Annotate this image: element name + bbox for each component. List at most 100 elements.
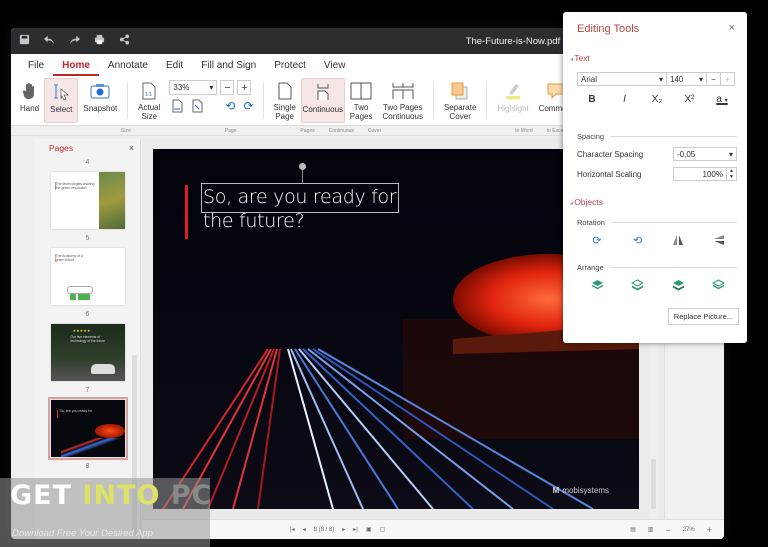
font-value: Arial: [581, 74, 598, 84]
slide-headline[interactable]: So, are you ready for the future?: [203, 185, 397, 233]
close-icon[interactable]: ×: [729, 22, 735, 34]
two-pages-button[interactable]: Two Pages: [345, 78, 378, 123]
rotate-left-icon[interactable]: ⟲: [225, 99, 235, 115]
flip-horizontal-icon[interactable]: [670, 233, 686, 247]
replace-picture-button[interactable]: Replace Picture...: [667, 308, 739, 325]
font-size-select[interactable]: 140 ▾: [667, 72, 707, 86]
dropdown-arrow-icon: ▾: [728, 149, 733, 159]
zoom-out-button[interactable]: −: [220, 80, 235, 95]
separate-cover-label-2: Cover: [449, 112, 471, 121]
tab-protect[interactable]: Protect: [265, 60, 315, 76]
select-tool-button[interactable]: Select: [44, 78, 79, 123]
italic-button[interactable]: I: [610, 94, 640, 105]
horizontal-scaling-input[interactable]: 100%: [673, 167, 727, 181]
separate-cover-button[interactable]: Separate Cover: [439, 78, 481, 123]
undo-icon[interactable]: [44, 34, 55, 48]
camera-icon: [90, 80, 110, 102]
text-select-icon: [51, 81, 71, 103]
font-size-decrease[interactable]: −: [707, 72, 721, 86]
last-page-icon[interactable]: ▸|: [353, 526, 358, 533]
flip-vertical-icon[interactable]: [711, 233, 727, 247]
dropdown-arrow-icon: ▾: [724, 98, 728, 104]
continuous-label: Continuous: [302, 105, 344, 114]
status-zoom-in[interactable]: +: [707, 525, 712, 535]
window-title: The-Future-is-Now.pdf -: [465, 35, 566, 47]
rotate-clockwise-icon[interactable]: ⟳: [589, 233, 605, 247]
tab-annotate[interactable]: Annotate: [99, 60, 157, 76]
tab-home[interactable]: Home: [53, 60, 99, 76]
page-view-icon[interactable]: ▣: [366, 526, 372, 533]
page-thumbnail-7[interactable]: ★★★★★ Our five elements of technology of…: [50, 324, 125, 381]
continuous-button[interactable]: Continuous: [300, 78, 345, 123]
zoom-value: 33%: [173, 83, 190, 92]
close-icon[interactable]: ×: [129, 143, 134, 153]
share-icon[interactable]: [119, 34, 130, 48]
watermark-title: GET INTO PC: [10, 480, 212, 511]
single-page-label-1: Single: [273, 103, 296, 112]
snapshot-button[interactable]: Snapshot: [78, 78, 122, 123]
send-backward-icon[interactable]: [670, 278, 686, 292]
save-icon[interactable]: [19, 34, 30, 48]
page-thumbnail-5[interactable]: The technologies leading the green revol…: [50, 172, 125, 229]
editing-tools-panel: Editing Tools × Text Arial ▾ 140 ▾ − + B I…: [563, 12, 747, 343]
actual-size-button[interactable]: 1:1 Actual Size: [133, 78, 165, 123]
superscript-button[interactable]: X²: [675, 94, 705, 105]
bold-button[interactable]: B: [577, 94, 607, 105]
single-page-button[interactable]: Single Page: [269, 78, 301, 123]
two-pages-continuous-button[interactable]: Two Pages Continuous: [377, 78, 427, 123]
print-icon[interactable]: [94, 34, 105, 48]
redo-icon[interactable]: [69, 34, 80, 48]
highlight-button[interactable]: Highlight: [492, 78, 533, 123]
first-page-icon[interactable]: |◂: [290, 526, 295, 533]
rotate-counterclockwise-icon[interactable]: ⟲: [630, 233, 646, 247]
bring-forward-icon[interactable]: [630, 278, 646, 292]
horizontal-scaling-label: Horizontal Scaling: [577, 169, 642, 179]
single-view-icon[interactable]: ▤: [630, 526, 636, 533]
status-zoom-out[interactable]: −: [665, 525, 670, 535]
prev-page-icon[interactable]: ◂: [303, 526, 306, 533]
objects-section-header[interactable]: Objects: [570, 197, 603, 207]
font-color-button[interactable]: a ▾: [707, 94, 737, 105]
page-indicator[interactable]: 8 (8 / 8): [314, 527, 335, 533]
two-pages-continuous-label-1: Two Pages: [382, 103, 423, 112]
actual-size-label-1: Actual: [138, 103, 161, 112]
thumb-light-trails: [60, 438, 121, 457]
page-thumbnail-6[interactable]: The Anatomy of a green future: [50, 248, 125, 305]
rotation-handle[interactable]: [299, 163, 306, 170]
thumb-stars: ★★★★★: [72, 328, 91, 333]
fit-page-icon[interactable]: [191, 99, 203, 115]
group-label: to Excel: [546, 127, 565, 134]
font-family-select[interactable]: Arial ▾: [577, 72, 667, 86]
tab-edit[interactable]: Edit: [157, 60, 192, 76]
tab-file[interactable]: File: [19, 60, 53, 76]
snapshot-label: Snapshot: [83, 104, 118, 113]
group-label: to Word: [515, 127, 533, 134]
subscript-button[interactable]: X₂: [642, 94, 672, 105]
character-spacing-value: -0,05: [677, 149, 696, 159]
next-page-icon[interactable]: ▸: [342, 526, 345, 533]
select-label: Select: [50, 105, 73, 114]
dropdown-arrow-icon: ▾: [698, 74, 703, 84]
zoom-in-button[interactable]: +: [237, 80, 252, 95]
thumb-image: [98, 172, 125, 229]
spin-down-icon[interactable]: ▼: [729, 174, 734, 180]
font-size-increase[interactable]: +: [721, 72, 735, 86]
thumb-accent-bar: [56, 410, 58, 418]
zoom-select[interactable]: 33% ▾: [169, 80, 218, 95]
spinner-arrows[interactable]: ▲ ▼: [727, 167, 737, 181]
scrollbar-thumb[interactable]: [651, 459, 656, 509]
watermark-subtitle: Download Free Your Desired App: [12, 528, 153, 539]
rotate-right-icon[interactable]: ⟳: [243, 99, 253, 115]
page-layout-icon[interactable]: ▢: [380, 526, 386, 533]
hand-tool-button[interactable]: Hand: [15, 78, 44, 123]
fit-width-icon[interactable]: [171, 99, 183, 115]
character-spacing-select[interactable]: -0,05 ▾: [673, 147, 737, 161]
zoom-group: 33% ▾ − + ⟲ ⟳: [165, 78, 257, 123]
tab-fill-and-sign[interactable]: Fill and Sign: [192, 60, 265, 76]
text-section-header[interactable]: Text: [570, 53, 590, 63]
dual-view-icon[interactable]: ▥: [648, 526, 654, 533]
tab-view[interactable]: View: [315, 60, 355, 76]
send-to-back-icon[interactable]: [711, 278, 727, 292]
bring-to-front-icon[interactable]: [589, 278, 605, 292]
page-thumbnail-8[interactable]: So, are you ready for: [47, 397, 128, 460]
